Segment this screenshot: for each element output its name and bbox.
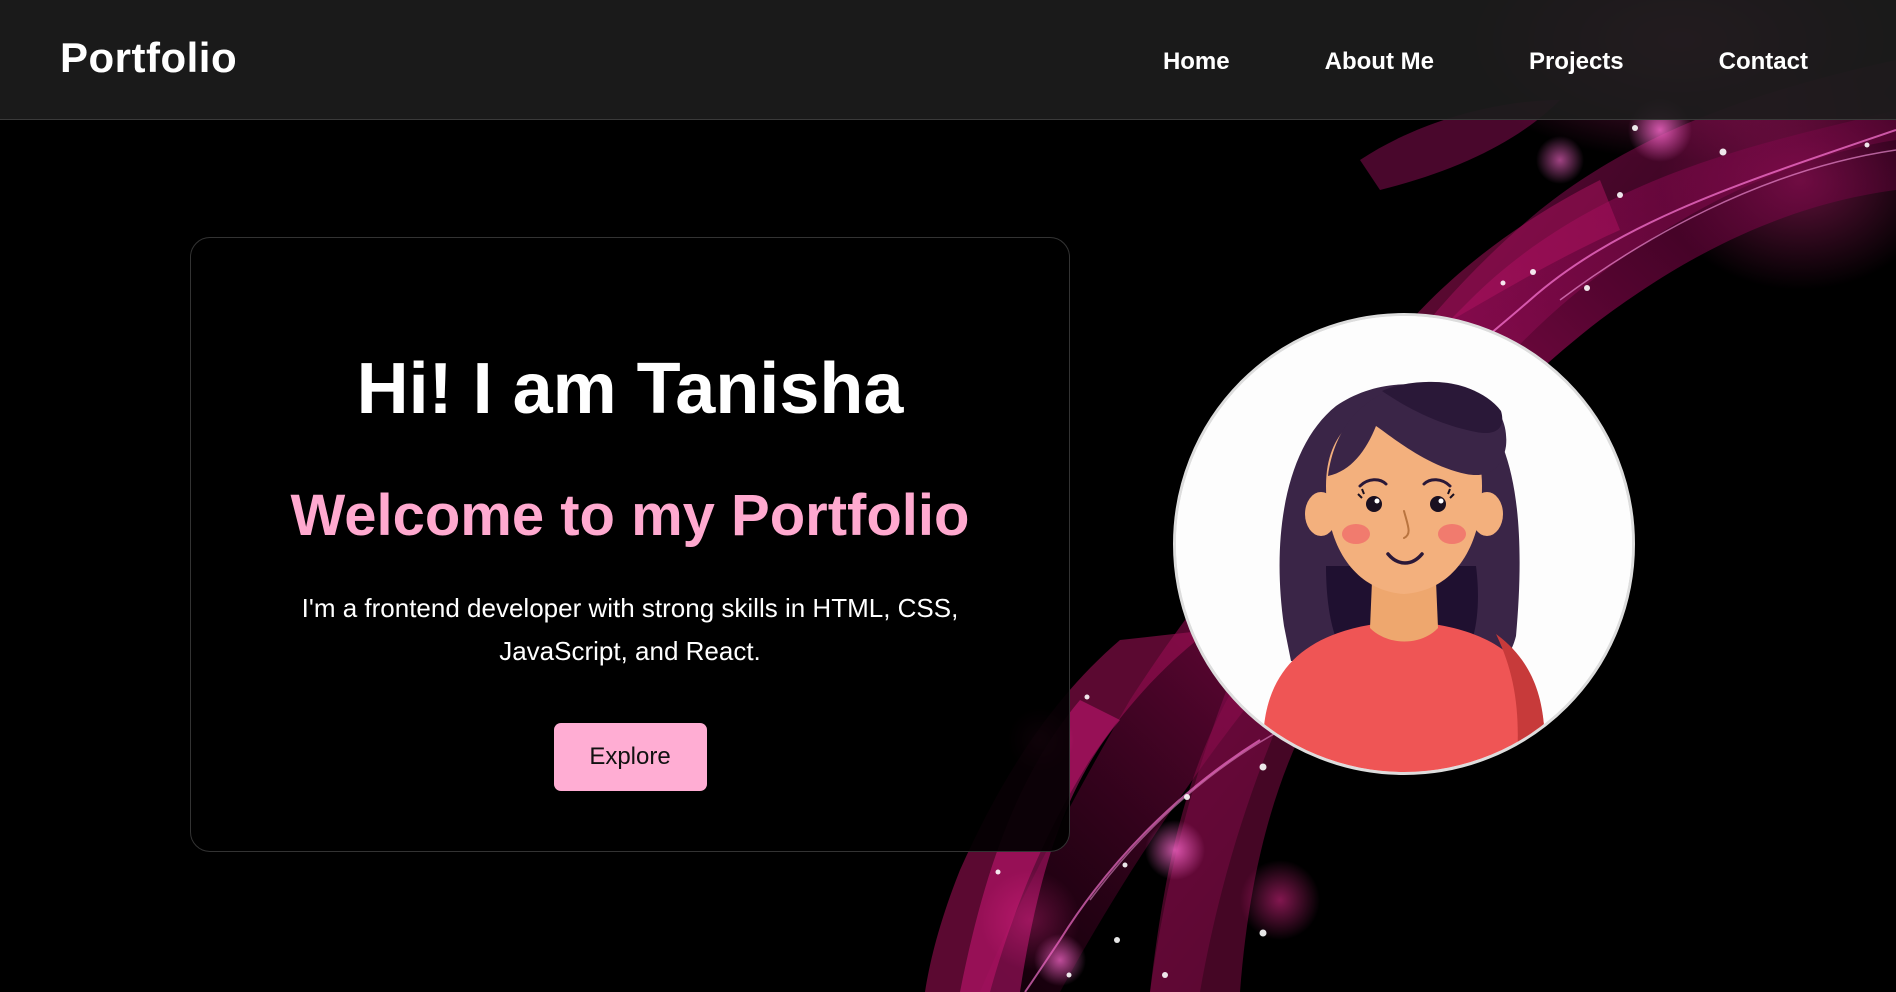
nav-link-home[interactable]: Home [1163,48,1230,76]
hero-card: Hi! I am Tanisha Welcome to my Portfolio… [190,237,1070,852]
nav-links: Home About Me Projects Contact [1163,48,1808,76]
brand-logo-text[interactable]: Portfolio [60,34,237,82]
navbar: Portfolio Home About Me Projects Contact [0,0,1896,120]
hero-intro-text: I'm a frontend developer with strong ski… [301,593,959,666]
nav-link-about-me[interactable]: About Me [1325,48,1434,76]
nav-link-projects[interactable]: Projects [1529,48,1624,76]
portfolio-page: Portfolio Home About Me Projects Contact… [0,0,1896,992]
hero-greeting: Hi! I am Tanisha [356,349,904,429]
girl-avatar-icon [1176,316,1632,772]
hero-welcome-heading: Welcome to my Portfolio [290,483,970,548]
explore-button[interactable]: Explore [553,723,707,791]
nav-link-contact[interactable]: Contact [1719,48,1808,76]
profile-avatar [1173,313,1635,775]
